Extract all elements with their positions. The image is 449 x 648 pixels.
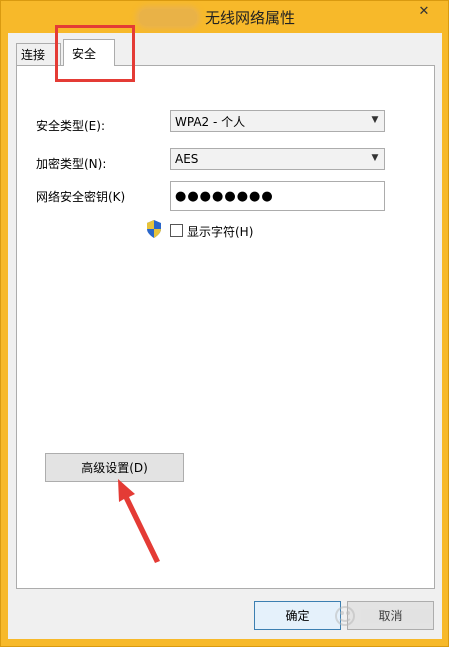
cancel-button[interactable]: 取消 <box>347 601 434 630</box>
ok-button[interactable]: 确定 <box>254 601 341 630</box>
window-title: 无线网络属性 <box>205 9 296 27</box>
dialog-body: 连接 安全 安全类型(E): WPA2 - 个人 ▼ 加密类型(N): AES … <box>8 33 442 639</box>
encryption-type-value: AES <box>175 152 199 166</box>
security-type-select[interactable]: WPA2 - 个人 ▼ <box>170 110 385 132</box>
shield-icon <box>147 220 161 238</box>
security-type-value: WPA2 - 个人 <box>175 114 246 129</box>
tab-security[interactable]: 安全 <box>63 39 115 66</box>
encryption-type-select[interactable]: AES ▼ <box>170 148 385 170</box>
window-frame: 无线网络属性 ✕ 连接 安全 安全类型(E): WPA2 - 个人 ▼ 加密类型… <box>0 0 449 647</box>
show-characters-label: 显示字符(H) <box>187 225 254 239</box>
security-type-label: 安全类型(E): <box>36 119 105 133</box>
encryption-type-label: 加密类型(N): <box>36 157 107 171</box>
blurred-network-name <box>139 9 197 26</box>
security-panel: 安全类型(E): WPA2 - 个人 ▼ 加密类型(N): AES ▼ 网络安全… <box>16 65 435 589</box>
title-bar[interactable]: 无线网络属性 ✕ <box>1 1 448 33</box>
advanced-settings-button[interactable]: 高级设置(D) <box>45 453 184 482</box>
network-key-input[interactable]: ●●●●●●●● <box>170 181 385 211</box>
close-icon: ✕ <box>418 3 430 19</box>
chevron-down-icon: ▼ <box>371 153 379 163</box>
network-key-label: 网络安全密钥(K) <box>36 190 126 204</box>
network-key-value: ●●●●●●●● <box>175 188 274 204</box>
chevron-down-icon: ▼ <box>371 115 379 125</box>
tab-connection[interactable]: 连接 <box>16 43 61 65</box>
close-button[interactable]: ✕ <box>409 2 439 20</box>
show-characters-checkbox[interactable] <box>170 224 183 237</box>
